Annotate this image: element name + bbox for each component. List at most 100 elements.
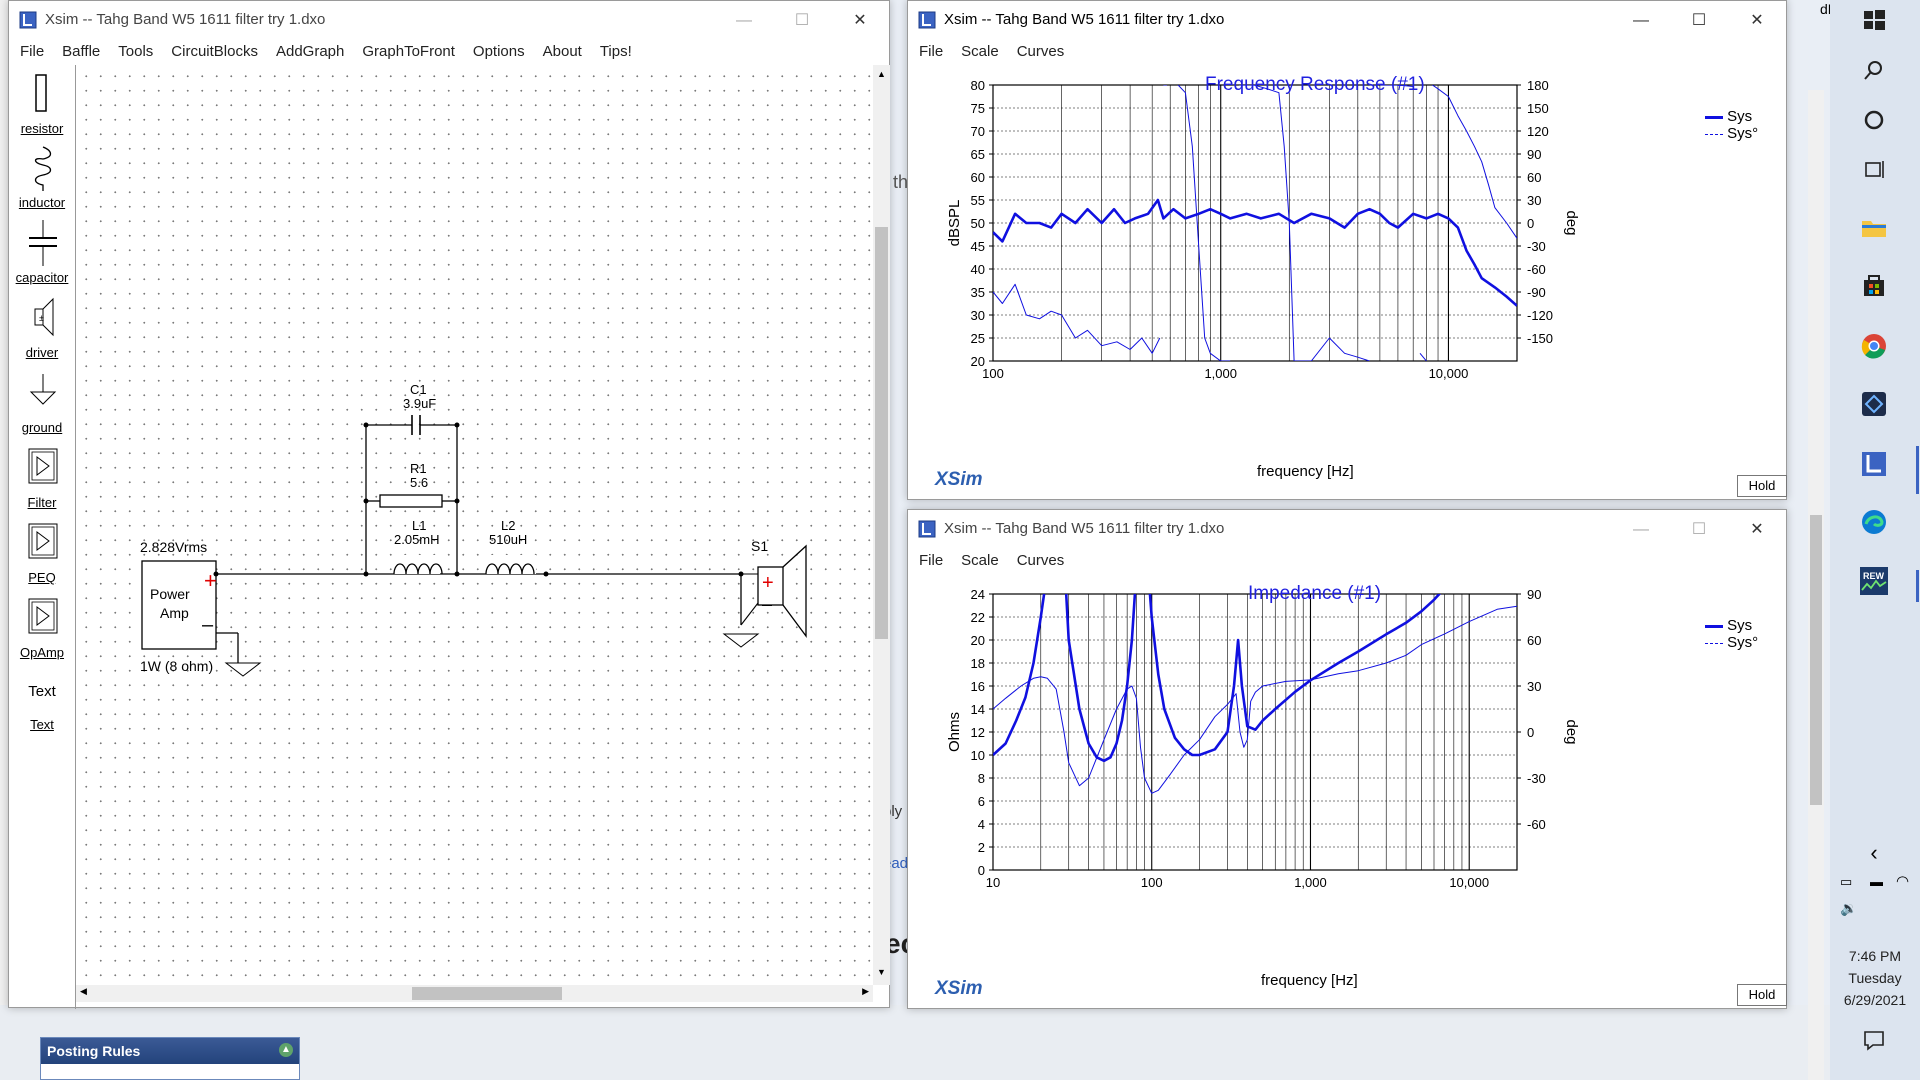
xsim-taskbar-icon[interactable]: [1855, 450, 1893, 488]
y-axis-title: dBSPL: [946, 200, 963, 247]
menu-file[interactable]: File: [11, 41, 53, 63]
close-button[interactable]: ✕: [1728, 510, 1786, 550]
l1-value: 2.05mH: [394, 532, 440, 547]
tool-driver[interactable]: ± driver: [9, 295, 75, 361]
store-icon[interactable]: [1855, 272, 1893, 310]
schematic-window[interactable]: Xsim -- Tahg Band W5 1611 filter try 1.d…: [8, 0, 890, 1009]
circuit-diagram: + – + –: [141, 415, 807, 677]
close-button[interactable]: ✕: [831, 1, 889, 41]
amp-label-amp: Amp: [160, 605, 189, 621]
freq-legend: Sys Sys°: [1705, 108, 1758, 142]
scroll-down-icon[interactable]: ▼: [873, 967, 890, 981]
r1-symbol: [379, 494, 443, 508]
y2-tick-label: -120: [1527, 308, 1553, 323]
tool-opamp[interactable]: OpAmp: [9, 595, 75, 661]
wifi-icon[interactable]: ◠: [1896, 872, 1909, 890]
menu-tools[interactable]: Tools: [109, 41, 162, 63]
menu-tips[interactable]: Tips!: [591, 41, 641, 63]
volume-icon[interactable]: 🔉: [1840, 900, 1857, 917]
x-tick-label: 10: [986, 875, 1000, 890]
resistor-icon: [35, 74, 47, 112]
edge-icon[interactable]: [1855, 508, 1893, 546]
scroll-up-icon[interactable]: ▲: [873, 69, 890, 83]
freq-hold-button[interactable]: Hold: [1737, 475, 1787, 497]
y-tick-label: 14: [971, 702, 985, 717]
c1-label: C1: [410, 382, 427, 397]
posting-rules-panel[interactable]: Posting Rules ▲: [40, 1037, 300, 1080]
search-icon[interactable]: [1855, 56, 1893, 94]
y2-tick-label: -90: [1527, 285, 1546, 300]
x-tick-label: 100: [982, 366, 1004, 381]
tool-ground[interactable]: ground: [9, 370, 75, 436]
tool-inductor[interactable]: inductor: [9, 145, 75, 211]
task-view-icon[interactable]: [1855, 156, 1893, 194]
menu-file[interactable]: File: [910, 41, 952, 63]
y2-tick-label: 0: [1527, 725, 1534, 740]
menu-options[interactable]: Options: [464, 41, 534, 63]
tool-text[interactable]: Text Text: [9, 677, 75, 743]
imp-titlebar[interactable]: Xsim -- Tahg Band W5 1611 filter try 1.d…: [908, 510, 1786, 550]
frequency-response-window[interactable]: Xsim -- Tahg Band W5 1611 filter try 1.d…: [907, 0, 1864, 500]
maximize-button[interactable]: ☐: [773, 1, 831, 41]
schematic-canvas[interactable]: + – + – C1 3.9uF R1 5.6 L1 2.05mH L2 510…: [76, 65, 873, 985]
cortana-icon[interactable]: [1855, 106, 1893, 144]
menu-baffle[interactable]: Baffle: [53, 41, 109, 63]
imp-hold-button[interactable]: Hold: [1737, 984, 1787, 1006]
menu-scale[interactable]: Scale: [952, 41, 1008, 63]
schematic-hscrollbar[interactable]: ◀ ▶: [76, 985, 873, 1002]
menu-scale[interactable]: Scale: [952, 550, 1008, 572]
tool-capacitor[interactable]: capacitor: [9, 220, 75, 286]
tool-filter[interactable]: Filter: [9, 445, 75, 511]
y2-tick-label: 60: [1527, 633, 1541, 648]
y-tick-label: 35: [971, 285, 985, 300]
scroll-right-icon[interactable]: ▶: [862, 986, 869, 997]
minimize-button[interactable]: —: [1612, 510, 1670, 550]
menu-graphtofront[interactable]: GraphToFront: [353, 41, 464, 63]
inductor-icon: [34, 146, 52, 191]
clock[interactable]: 7:46 PM Tuesday 6/29/2021: [1830, 945, 1920, 1011]
legend-sys-phase: Sys°: [1727, 634, 1759, 651]
impedance-window[interactable]: Xsim -- Tahg Band W5 1611 filter try 1.d…: [907, 509, 1787, 1009]
menu-curves[interactable]: Curves: [1008, 41, 1074, 63]
x-tick-label: 1,000: [1294, 875, 1327, 890]
y-tick-label: 40: [971, 262, 985, 277]
windows-start-icon[interactable]: [1855, 6, 1893, 44]
background-scrollbar[interactable]: [1808, 90, 1824, 1080]
schematic-vscrollbar[interactable]: ▲ ▼: [873, 65, 890, 985]
app-icon[interactable]: [1855, 390, 1893, 428]
x-tick-label: 10,000: [1449, 875, 1489, 890]
schematic-titlebar[interactable]: Xsim -- Tahg Band W5 1611 filter try 1.d…: [9, 1, 889, 41]
menu-file[interactable]: File: [910, 550, 952, 572]
menu-curves[interactable]: Curves: [1008, 550, 1074, 572]
maximize-button[interactable]: ☐: [1670, 1, 1728, 41]
battery-icon[interactable]: ▭: [1840, 874, 1852, 890]
legend-sys-phase: Sys°: [1727, 125, 1759, 142]
scroll-left-icon[interactable]: ◀: [80, 986, 87, 997]
file-explorer-icon[interactable]: [1855, 214, 1893, 252]
opamp-icon: [28, 598, 58, 634]
chrome-icon[interactable]: [1855, 332, 1893, 370]
notification-icon[interactable]: [1855, 1025, 1893, 1063]
minimize-button[interactable]: —: [715, 1, 773, 41]
freq-titlebar[interactable]: Xsim -- Tahg Band W5 1611 filter try 1.d…: [908, 1, 1786, 41]
rew-icon[interactable]: REW: [1855, 566, 1893, 604]
y2-tick-label: -150: [1527, 331, 1553, 346]
close-button[interactable]: ✕: [1728, 1, 1786, 41]
menu-circuitblocks[interactable]: CircuitBlocks: [162, 41, 267, 63]
collapse-icon[interactable]: ▲: [279, 1043, 293, 1057]
menu-addgraph[interactable]: AddGraph: [267, 41, 353, 63]
clock-date: 6/29/2021: [1843, 992, 1907, 1008]
power-icon[interactable]: ▬: [1870, 874, 1883, 889]
chevron-left-icon[interactable]: ‹: [1855, 834, 1893, 872]
y-tick-label: 45: [971, 239, 985, 254]
schematic-menubar: File Baffle Tools CircuitBlocks AddGraph Grap…: [9, 41, 889, 63]
y2-tick-label: 90: [1527, 147, 1541, 162]
maximize-button[interactable]: ☐: [1670, 510, 1728, 550]
y-tick-label: 70: [971, 124, 985, 139]
y-tick-label: 16: [971, 679, 985, 694]
y2-tick-label: 30: [1527, 193, 1541, 208]
tool-resistor[interactable]: resistor: [9, 71, 75, 137]
menu-about[interactable]: About: [534, 41, 591, 63]
tool-peq[interactable]: PEQ: [9, 520, 75, 586]
minimize-button[interactable]: —: [1612, 1, 1670, 41]
